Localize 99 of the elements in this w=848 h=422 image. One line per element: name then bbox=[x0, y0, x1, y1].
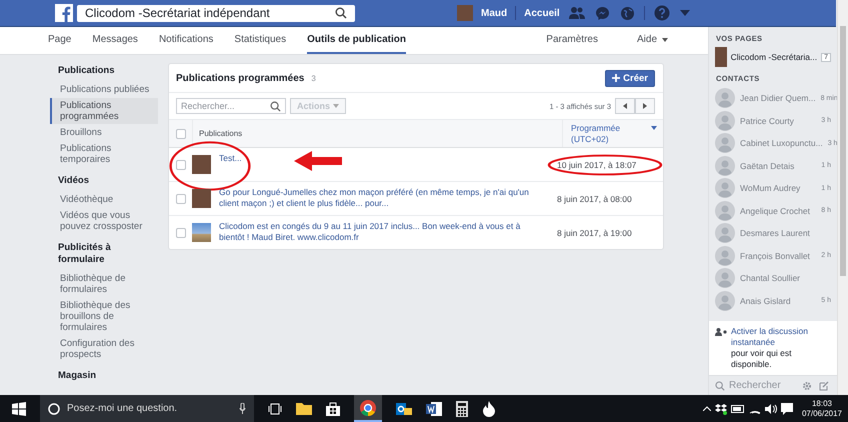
help-icon[interactable] bbox=[654, 5, 670, 21]
battery-icon[interactable] bbox=[730, 404, 745, 412]
caret-icon bbox=[333, 104, 340, 108]
section-title: Vidéos bbox=[57, 175, 90, 187]
tab[interactable]: Outils de publication bbox=[307, 27, 406, 54]
photo-placeholder bbox=[192, 223, 211, 242]
globe-icon[interactable] bbox=[620, 6, 635, 20]
person-icon bbox=[715, 328, 727, 336]
section-title: Magasin bbox=[57, 370, 98, 382]
scheduled-date: 8 juin 2017, à 08:00 bbox=[557, 194, 632, 204]
calculator-icon[interactable] bbox=[456, 400, 468, 416]
notification-icon[interactable] bbox=[780, 402, 793, 414]
previous-button[interactable] bbox=[615, 98, 635, 114]
flame-icon[interactable] bbox=[482, 400, 496, 416]
annotation-arrow bbox=[294, 151, 342, 171]
search-icon bbox=[715, 380, 725, 390]
checkbox[interactable] bbox=[176, 128, 186, 138]
avatar-placeholder bbox=[192, 189, 211, 208]
avatar-placeholder bbox=[715, 47, 727, 67]
clock-date: 07/06/2017 bbox=[802, 408, 842, 418]
sidebar-item[interactable]: Vidéos que vous pouvez crossposter bbox=[50, 208, 158, 234]
taskbar-search-field[interactable]: Posez-moi une question. bbox=[40, 395, 254, 422]
sidebar-item[interactable]: Bibliothèque des brouillons de formulaires bbox=[50, 298, 158, 335]
post-link[interactable]: Go pour Longué-Jumelles chez mon maçon préféré (en même temps, je n'ai qu'un client maçon ;) et client le plus fidèle... pour... bbox=[219, 187, 537, 209]
home-link[interactable]: Accueil bbox=[524, 8, 560, 18]
chat-search-field[interactable]: Rechercher bbox=[715, 380, 795, 391]
count: 3 bbox=[311, 74, 316, 82]
sidebar-item[interactable]: Configuration des prospects bbox=[50, 336, 158, 362]
avatar-icon bbox=[715, 178, 735, 198]
search-field[interactable]: Rechercher... bbox=[176, 98, 286, 114]
sidebar-item[interactable]: Publications publiées bbox=[50, 82, 158, 97]
page-link[interactable]: Clicodom -Secrétaria... bbox=[730, 52, 818, 62]
column-header[interactable]: Publications bbox=[193, 120, 562, 147]
enable-chat-link[interactable]: Activer la discussion instantanée bbox=[731, 326, 831, 348]
contact-item[interactable]: Desmares Laurent bbox=[709, 222, 837, 244]
sort-caret-icon[interactable] bbox=[651, 126, 657, 130]
scrollbar[interactable] bbox=[837, 0, 848, 395]
sidebar-item[interactable]: Bibliothèque de formulaires bbox=[50, 271, 158, 297]
avatar-icon bbox=[715, 290, 735, 311]
tab[interactable]: Messages bbox=[92, 27, 138, 54]
avatar-placeholder bbox=[192, 155, 211, 174]
avatar-icon bbox=[715, 88, 735, 108]
sidebar-item[interactable]: Brouillons bbox=[50, 125, 158, 140]
sidebar-item[interactable]: Vidéothèque bbox=[50, 192, 158, 207]
section-title: Publications bbox=[57, 65, 116, 77]
post-link[interactable]: Clicodom est en congés du 9 au 11 juin 2017 inclus... Bon week-end à vous et à bientôt ! Maud Biret. www.clicodom.fr bbox=[219, 221, 537, 243]
chat-notice: Activer la discussion instantanée pour voir qui est disponible. bbox=[731, 326, 831, 370]
post-link[interactable]: Test... bbox=[219, 153, 537, 164]
avatar-icon bbox=[715, 133, 735, 154]
chrome-icon[interactable] bbox=[360, 400, 376, 416]
scheduled-date: 8 juin 2017, à 19:00 bbox=[557, 228, 632, 238]
checkbox[interactable] bbox=[176, 194, 186, 204]
settings-icon[interactable] bbox=[802, 380, 812, 390]
profile-link[interactable]: Maud bbox=[481, 8, 508, 18]
avatar-icon bbox=[715, 246, 735, 266]
avatar-icon bbox=[715, 200, 735, 221]
left-arrow-icon bbox=[623, 103, 627, 109]
contact-item[interactable]: Chantal Soullier bbox=[709, 267, 837, 290]
avatar-icon bbox=[715, 110, 735, 131]
tab[interactable]: Page bbox=[48, 27, 72, 54]
panel-title: Publications programmées bbox=[176, 72, 304, 84]
search-icon[interactable] bbox=[335, 7, 347, 19]
avatar-icon bbox=[715, 223, 735, 244]
logo-icon[interactable] bbox=[55, 4, 73, 22]
checkbox[interactable] bbox=[176, 228, 186, 238]
messenger-icon[interactable] bbox=[594, 6, 610, 20]
plus-icon bbox=[612, 74, 620, 82]
sidebar-item[interactable]: Publications temporaires bbox=[50, 141, 158, 167]
tab[interactable]: Paramètres bbox=[546, 27, 598, 54]
avatar-icon bbox=[715, 156, 735, 176]
search-field[interactable]: Clicodom -Secrétariat indépendant bbox=[77, 4, 355, 22]
right-arrow-icon bbox=[643, 103, 647, 109]
friends-icon[interactable] bbox=[568, 6, 585, 20]
chevron-up-icon[interactable] bbox=[702, 406, 711, 411]
speaker-icon[interactable] bbox=[764, 404, 777, 414]
store-icon[interactable] bbox=[326, 402, 340, 416]
document-app-icon[interactable] bbox=[426, 400, 442, 416]
tab[interactable]: Statistiques bbox=[234, 27, 286, 54]
caret-icon[interactable] bbox=[680, 10, 690, 16]
search-icon bbox=[270, 100, 281, 112]
windows-start-icon[interactable] bbox=[12, 402, 26, 416]
create-button[interactable]: Créer bbox=[605, 70, 655, 86]
tab[interactable]: Aide bbox=[636, 27, 668, 54]
scheduled-date: 10 juin 2017, à 18:07 bbox=[557, 160, 636, 170]
checkbox[interactable] bbox=[176, 160, 186, 170]
dropbox-icon[interactable] bbox=[714, 402, 727, 414]
task-view-icon[interactable] bbox=[268, 402, 282, 414]
tab[interactable]: Notifications bbox=[158, 27, 214, 54]
section-title: Publicités à formulaire bbox=[57, 242, 112, 266]
sidebar-item[interactable]: Publications programmées bbox=[50, 98, 158, 124]
mail-app-icon[interactable] bbox=[396, 400, 412, 416]
caret-icon bbox=[662, 38, 668, 42]
compose-icon[interactable] bbox=[819, 380, 829, 390]
next-button[interactable] bbox=[635, 98, 655, 114]
circle-icon bbox=[48, 402, 60, 414]
folder-icon[interactable] bbox=[296, 402, 312, 415]
microphone-icon[interactable] bbox=[239, 403, 246, 414]
avatar-icon bbox=[715, 268, 735, 288]
clock-time: 18:03 bbox=[812, 398, 832, 408]
